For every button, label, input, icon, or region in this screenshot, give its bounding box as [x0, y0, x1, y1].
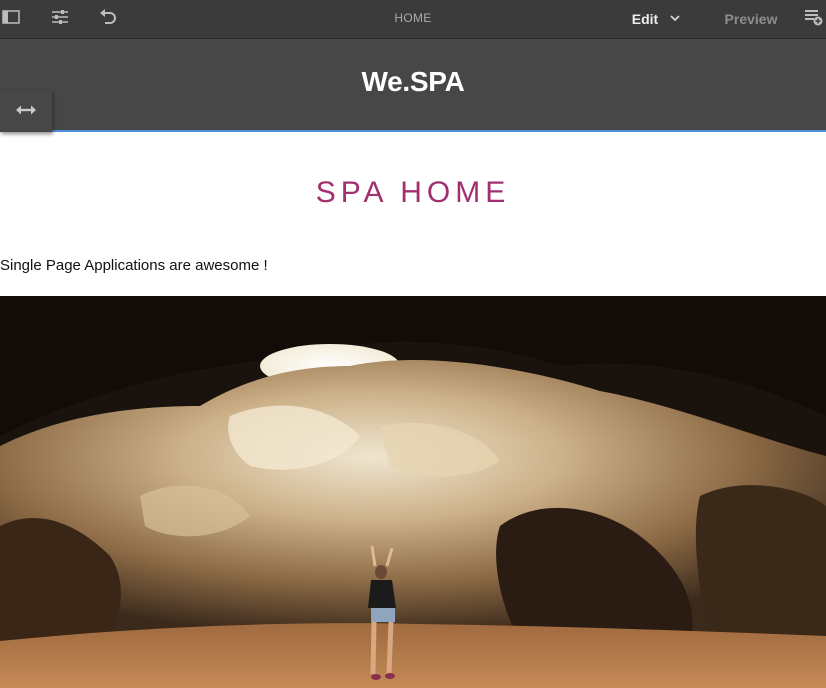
mode-label: Edit — [631, 11, 659, 27]
page-title: SPA HOME — [315, 176, 511, 209]
annotations-icon — [803, 8, 823, 31]
page-title-label: HOME — [394, 11, 432, 25]
page-properties-icon — [50, 9, 70, 30]
mode-selector[interactable]: Edit — [620, 0, 692, 38]
preview-button[interactable]: Preview — [718, 0, 784, 38]
editor-toolbar: HOME Edit Preview — [0, 0, 826, 39]
site-brand[interactable]: We.SPA — [0, 39, 826, 125]
cave-photo — [0, 296, 826, 688]
hero-image — [0, 296, 826, 688]
site-header: We.SPA — [0, 39, 826, 132]
page-text: Single Page Applications are awesome ! — [0, 257, 268, 274]
nav-toggle-button[interactable] — [0, 90, 52, 132]
undo-button[interactable] — [96, 0, 120, 38]
undo-icon — [99, 8, 117, 30]
page-properties-button[interactable] — [48, 0, 72, 38]
chevron-down-icon — [670, 14, 680, 25]
annotations-button[interactable] — [800, 0, 826, 38]
side-panel-button[interactable] — [0, 0, 22, 38]
side-panel-icon — [2, 9, 20, 29]
left-right-arrow-icon — [16, 102, 36, 120]
